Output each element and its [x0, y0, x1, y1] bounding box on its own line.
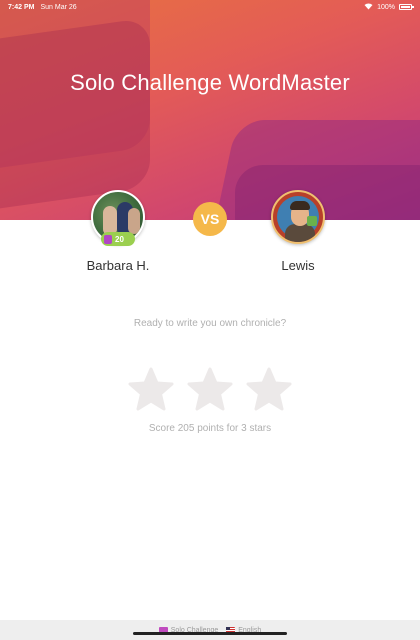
player-left[interactable]: 20 Barbara H.	[58, 190, 178, 273]
player-name-right: Lewis	[281, 258, 315, 273]
battery-icon	[399, 4, 414, 10]
star-icon	[187, 367, 233, 413]
footer-bar: Solo Challenge English	[0, 620, 420, 640]
vs-badge: VS	[193, 202, 227, 236]
page-title: Solo Challenge WordMaster	[70, 70, 350, 95]
decorative-shape	[0, 17, 150, 213]
gem-icon	[104, 234, 112, 244]
challenge-prompt: Ready to write you own chronicle?	[133, 318, 287, 329]
score-goal-text: Score 205 points for 3 stars	[148, 423, 272, 434]
star-icon	[128, 367, 174, 413]
level-number: 20	[115, 234, 124, 244]
level-badge: 20	[101, 232, 135, 246]
home-indicator	[133, 632, 287, 635]
player-name-left: Barbara H.	[86, 258, 150, 273]
status-time: 7:42 PM	[8, 3, 35, 11]
status-bar: 7:42 PM Sun Mar 26 100%	[0, 0, 420, 14]
star-rating	[128, 367, 292, 417]
player-right[interactable]: Lewis	[238, 190, 358, 273]
star-icon	[246, 367, 292, 413]
header-banner: Solo Challenge WordMaster	[0, 0, 420, 220]
avatar-lewis[interactable]	[271, 190, 325, 244]
wifi-icon	[364, 2, 373, 12]
status-date: Sun Mar 26	[40, 3, 77, 11]
battery-percent: 100%	[377, 3, 395, 11]
